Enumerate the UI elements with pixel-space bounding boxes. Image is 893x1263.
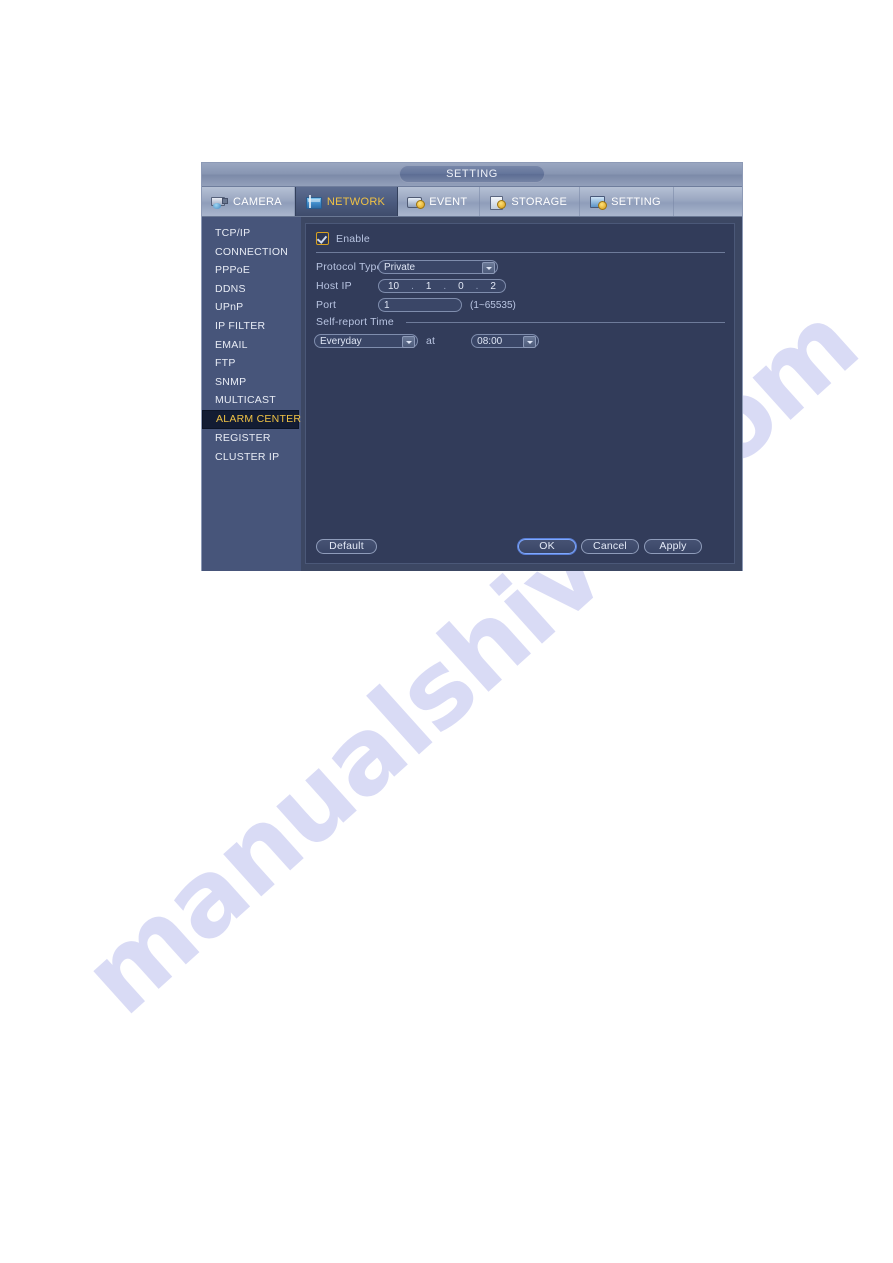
tab-system-setting-label: SETTING: [611, 195, 661, 208]
window-body: TCP/IP CONNECTION PPPoE DDNS UPnP IP FIL…: [202, 217, 742, 571]
self-report-schedule-row: Everyday at 08:00: [314, 334, 540, 348]
port-input[interactable]: 1: [378, 298, 462, 312]
host-ip-label: Host IP: [316, 280, 352, 292]
port-value: 1: [384, 299, 390, 311]
self-report-time-select[interactable]: 08:00: [471, 334, 540, 348]
sidebar-item-ddns[interactable]: DDNS: [202, 280, 301, 299]
sidebar-item-tcpip[interactable]: TCP/IP: [202, 224, 301, 243]
storage-icon: [489, 195, 507, 210]
setting-window: SETTING CAMERA NETWORK EVENT STORAGE SET…: [201, 162, 743, 571]
self-report-time-label: Self-report Time: [316, 316, 394, 328]
sidebar-item-alarm-center[interactable]: ALARM CENTER: [202, 409, 301, 429]
network-sidebar: TCP/IP CONNECTION PPPoE DDNS UPnP IP FIL…: [202, 217, 301, 571]
tab-system-setting[interactable]: SETTING: [580, 187, 674, 216]
main-tabbar: CAMERA NETWORK EVENT STORAGE SETTING: [202, 187, 742, 217]
port-label: Port: [316, 299, 337, 311]
host-ip-input[interactable]: 10 . 1 . 0 . 2: [378, 279, 506, 293]
host-ip-octet-2: 1: [425, 280, 432, 292]
system-icon: [589, 195, 608, 210]
sidebar-item-multicast[interactable]: MULTICAST: [202, 391, 301, 410]
tab-event[interactable]: EVENT: [398, 187, 481, 216]
window-titlebar: SETTING: [202, 163, 742, 187]
camera-icon: [211, 195, 228, 209]
port-range-hint: (1~65535): [470, 299, 516, 311]
sidebar-item-snmp[interactable]: SNMP: [202, 373, 301, 392]
self-report-day-select[interactable]: Everyday: [314, 334, 418, 348]
protocol-type-value: Private: [384, 261, 416, 273]
chevron-down-icon[interactable]: [402, 336, 415, 348]
host-ip-separator-1: .: [411, 280, 414, 292]
at-label: at: [426, 335, 436, 347]
self-report-time-heading: Self-report Time: [316, 316, 394, 328]
divider-self-report: [406, 322, 725, 323]
host-ip-separator-2: .: [443, 280, 447, 292]
ok-button[interactable]: OK: [518, 539, 576, 554]
sidebar-item-ftp[interactable]: FTP: [202, 354, 301, 373]
divider-top: [316, 252, 725, 253]
protocol-type-label: Protocol Type: [316, 261, 383, 273]
tab-storage-label: STORAGE: [511, 195, 568, 208]
sidebar-item-upnp[interactable]: UPnP: [202, 298, 301, 317]
tabbar-filler: [674, 187, 742, 216]
host-ip-octet-3: 0: [458, 280, 464, 292]
self-report-day-value: Everyday: [320, 335, 362, 347]
host-ip-octet-4: 2: [490, 280, 496, 292]
chevron-down-icon[interactable]: [482, 262, 495, 274]
event-icon: [407, 195, 426, 209]
enable-label: Enable: [336, 232, 370, 245]
default-button[interactable]: Default: [316, 539, 377, 554]
tab-event-label: EVENT: [429, 195, 468, 208]
enable-checkbox[interactable]: [316, 232, 329, 245]
self-report-time-value: 08:00: [477, 335, 503, 347]
sidebar-item-pppoe[interactable]: PPPoE: [202, 261, 301, 280]
alarm-center-panel: Enable Protocol Type Private Host IP 10 …: [305, 223, 735, 564]
protocol-type-select[interactable]: Private: [378, 260, 498, 274]
tab-network-label: NETWORK: [326, 195, 386, 208]
host-ip-row: Host IP 10 . 1 . 0 . 2: [316, 279, 506, 293]
window-title: SETTING: [399, 165, 545, 183]
chevron-down-icon[interactable]: [523, 336, 537, 348]
network-icon: [305, 194, 322, 209]
cancel-button[interactable]: Cancel: [581, 539, 639, 554]
sidebar-item-cluster-ip[interactable]: CLUSTER IP: [202, 448, 301, 467]
sidebar-item-ip-filter[interactable]: IP FILTER: [202, 317, 301, 336]
host-ip-separator-3: .: [475, 280, 479, 292]
tab-network[interactable]: NETWORK: [294, 187, 399, 216]
tab-storage[interactable]: STORAGE: [480, 187, 581, 216]
enable-checkbox-row[interactable]: Enable: [316, 232, 370, 245]
sidebar-item-email[interactable]: EMAIL: [202, 336, 301, 355]
sidebar-item-connection[interactable]: CONNECTION: [202, 243, 301, 262]
tab-camera[interactable]: CAMERA: [202, 187, 295, 216]
protocol-type-row: Protocol Type Private: [316, 260, 498, 274]
host-ip-octet-1: 10: [388, 280, 400, 292]
sidebar-item-register[interactable]: REGISTER: [202, 429, 301, 448]
apply-button[interactable]: Apply: [644, 539, 702, 554]
port-row: Port 1 (1~65535): [316, 298, 516, 312]
tab-camera-label: CAMERA: [233, 195, 282, 208]
